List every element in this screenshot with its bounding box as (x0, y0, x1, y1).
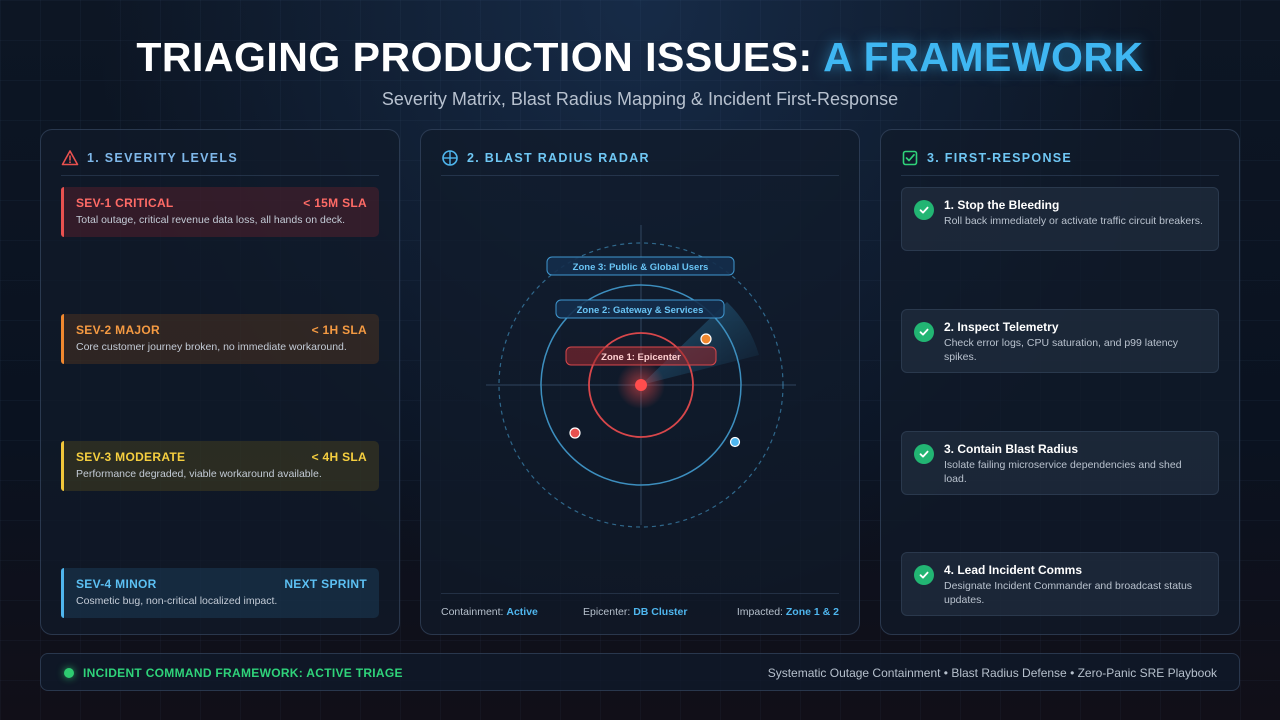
sev-card-critical: SEV-1 CRITICAL < 15M SLA Total outage, c… (61, 187, 379, 237)
epicenter-label: Epicenter: (583, 606, 631, 618)
sev-name: SEV-2 MAJOR (76, 323, 160, 337)
check-icon (914, 444, 934, 464)
response-step: 4. Lead Incident Comms Designate Inciden… (901, 552, 1219, 616)
sev-sla: NEXT SPRINT (284, 577, 367, 591)
impacted-value: Zone 1 & 2 (785, 606, 839, 618)
step-desc: Isolate failing microservice dependencie… (944, 459, 1182, 485)
warning-triangle-icon (61, 149, 79, 167)
page-title: TRIAGING PRODUCTION ISSUES: A FRAMEWORK (0, 34, 1280, 81)
epicenter-stat: Epicenter: DB Cluster (583, 606, 687, 618)
sev-card-accent-bar (61, 441, 64, 491)
severity-panel-header: 1. SEVERITY LEVELS (61, 148, 379, 176)
sev-name: SEV-1 CRITICAL (76, 196, 174, 210)
status-dot-icon (64, 668, 74, 678)
status-tagline: Systematic Outage Containment • Blast Ra… (767, 666, 1217, 680)
severity-panel: 1. SEVERITY LEVELS SEV-1 CRITICAL < 15M … (40, 129, 400, 635)
first-response-panel: 3. FIRST-RESPONSE 1. Stop the Bleeding R… (880, 129, 1240, 635)
step-title: 4. Lead Incident Comms (944, 563, 1083, 577)
status-bar: INCIDENT COMMAND FRAMEWORK: ACTIVE TRIAG… (40, 653, 1240, 691)
sev-card-minor: SEV-4 MINOR NEXT SPRINT Cosmetic bug, no… (61, 568, 379, 618)
sev-desc: Cosmetic bug, non-critical localized imp… (76, 595, 278, 607)
sev-card-accent-bar (61, 187, 64, 237)
impact-point-blue (729, 436, 741, 448)
step-title: 2. Inspect Telemetry (944, 320, 1059, 334)
title-main: TRIAGING PRODUCTION ISSUES: (136, 34, 813, 80)
sev-sla: < 15M SLA (303, 196, 367, 210)
sev-desc: Total outage, critical revenue data loss… (76, 214, 346, 226)
step-title: 1. Stop the Bleeding (944, 198, 1060, 212)
sev-card-accent-bar (61, 568, 64, 618)
radar-footer: Containment: Active Epicenter: DB Cluste… (441, 593, 839, 623)
step-desc: Check error logs, CPU saturation, and p9… (944, 337, 1179, 363)
step-title: 3. Contain Blast Radius (944, 442, 1079, 456)
sev-desc: Core customer journey broken, no immedia… (76, 341, 347, 353)
check-icon (914, 200, 934, 220)
check-icon (914, 565, 934, 585)
epicenter-value: DB Cluster (633, 606, 688, 618)
zone-3-label: Zone 3: Public & Global Users (573, 262, 709, 273)
zone-1-label: Zone 1: Epicenter (601, 352, 681, 363)
containment-label: Containment: (441, 606, 504, 618)
impacted-label: Impacted: (736, 606, 783, 618)
step-desc: Designate Incident Commander and broadca… (944, 580, 1193, 606)
sev-card-accent-bar (61, 314, 64, 364)
response-step: 1. Stop the Bleeding Roll back immediate… (901, 187, 1219, 251)
sev-sla: < 1H SLA (311, 323, 367, 337)
title-accent: A FRAMEWORK (823, 34, 1144, 80)
step-desc: Roll back immediately or activate traffi… (944, 215, 1203, 227)
response-step: 2. Inspect Telemetry Check error logs, C… (901, 309, 1219, 373)
checkbox-icon (901, 149, 919, 167)
radar-panel: 2. BLAST RADIUS RADAR Zone 3: Public & G… (420, 129, 860, 635)
containment-value: Active (506, 606, 538, 618)
sev-name: SEV-3 MODERATE (76, 450, 186, 464)
response-panel-title: 3. FIRST-RESPONSE (927, 151, 1073, 165)
containment-stat: Containment: Active (441, 606, 538, 618)
blast-radius-radar: Zone 3: Public & Global Users Zone 2: Ga… (486, 225, 796, 528)
impacted-stat: Impacted: Zone 1 & 2 (737, 606, 839, 618)
response-panel-header: 3. FIRST-RESPONSE (901, 148, 1219, 176)
impact-point-orange (700, 333, 712, 345)
sev-sla: < 4H SLA (311, 450, 367, 464)
status-text: INCIDENT COMMAND FRAMEWORK: ACTIVE TRIAG… (83, 666, 403, 680)
impact-point-red (569, 427, 581, 439)
check-icon (914, 322, 934, 342)
severity-panel-title: 1. SEVERITY LEVELS (87, 151, 238, 165)
epicenter-dot (635, 379, 647, 391)
sev-card-major: SEV-2 MAJOR < 1H SLA Core customer journ… (61, 314, 379, 364)
sev-desc: Performance degraded, viable workaround … (76, 468, 322, 480)
response-step: 3. Contain Blast Radius Isolate failing … (901, 431, 1219, 495)
zone-2-label: Zone 2: Gateway & Services (577, 305, 704, 316)
sev-card-moderate: SEV-3 MODERATE < 4H SLA Performance degr… (61, 441, 379, 491)
page-subtitle: Severity Matrix, Blast Radius Mapping & … (381, 89, 899, 109)
sev-name: SEV-4 MINOR (76, 577, 157, 591)
